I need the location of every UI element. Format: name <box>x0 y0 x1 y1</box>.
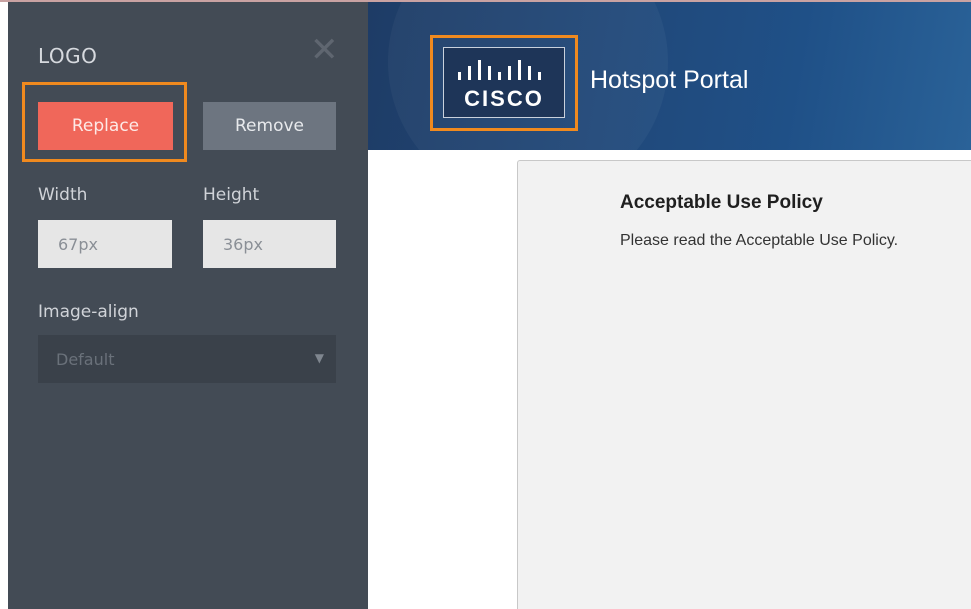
remove-button[interactable]: Remove <box>203 102 336 150</box>
panel-title: LOGO <box>38 44 98 68</box>
aup-title: Acceptable Use Policy <box>620 192 823 213</box>
height-label: Height <box>203 185 260 205</box>
replace-button[interactable]: Replace <box>38 102 173 150</box>
image-align-label: Image-align <box>38 302 139 322</box>
portal-title: Hotspot Portal <box>590 66 749 94</box>
left-strip <box>0 2 8 609</box>
cisco-bars-icon <box>458 60 541 80</box>
logo-editor-panel: LOGO ✕ Replace Remove Width Height 67px … <box>8 2 368 609</box>
logo-highlight[interactable]: CISCO <box>430 35 578 131</box>
aup-text: Please read the Acceptable Use Policy. <box>620 232 899 249</box>
width-field[interactable]: 67px <box>38 220 172 268</box>
content-card <box>517 160 971 609</box>
chevron-down-icon: ▼ <box>314 351 324 365</box>
width-label: Width <box>38 185 88 205</box>
cisco-wordmark: CISCO <box>464 86 544 111</box>
portal-header: CISCO Hotspot Portal <box>368 2 971 150</box>
image-align-select[interactable]: Default ▼ <box>38 335 336 383</box>
cisco-logo: CISCO <box>443 47 565 118</box>
height-field[interactable]: 36px <box>203 220 336 268</box>
image-align-value: Default <box>56 349 115 369</box>
close-icon[interactable]: ✕ <box>310 33 339 67</box>
